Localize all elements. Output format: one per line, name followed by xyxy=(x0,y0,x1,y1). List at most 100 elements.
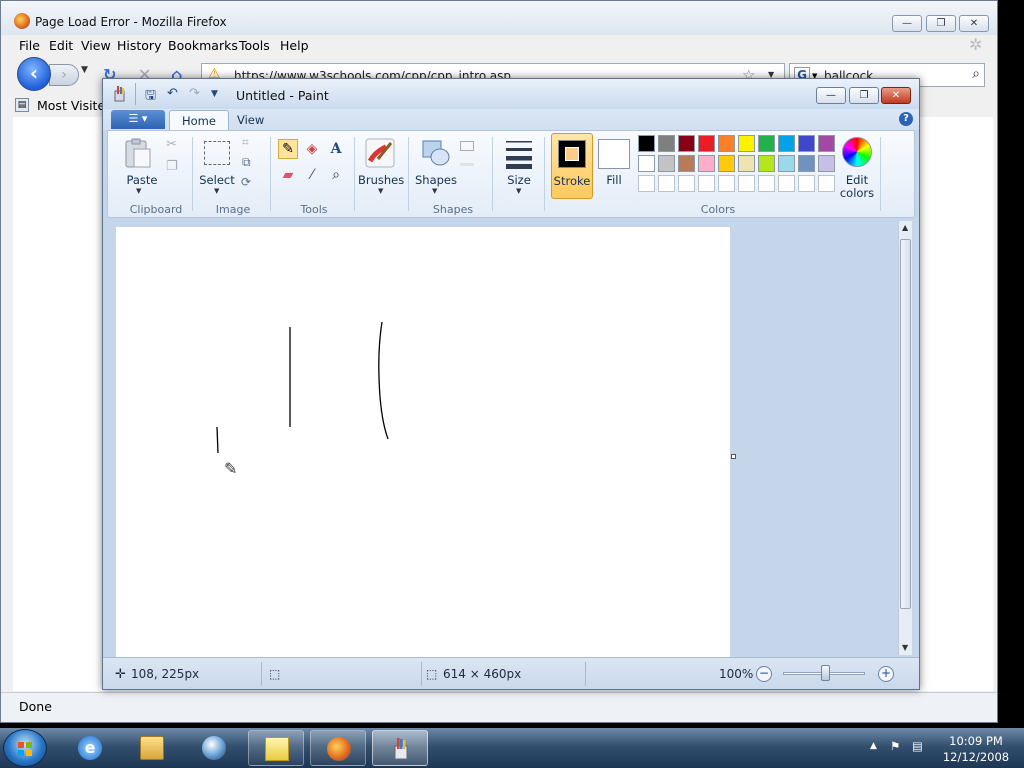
paste-dropdown-icon[interactable]: ▼ xyxy=(136,187,141,195)
menu-view[interactable]: View xyxy=(81,38,111,53)
customize-quick-access-icon[interactable]: ▼ xyxy=(211,89,218,99)
menu-history[interactable]: History xyxy=(117,38,161,53)
edit-colors-button-line2[interactable]: colors xyxy=(836,186,878,200)
close-button[interactable]: ✕ xyxy=(959,15,989,32)
zoom-slider-thumb[interactable] xyxy=(821,665,830,681)
back-button[interactable]: ‹ xyxy=(17,57,51,91)
menu-bookmarks[interactable]: Bookmarks xyxy=(168,38,238,53)
menu-edit[interactable]: Edit xyxy=(49,38,73,53)
fill-tool-icon[interactable]: ◈ xyxy=(302,139,322,159)
size-icon[interactable] xyxy=(504,137,534,169)
size-button[interactable]: Size xyxy=(500,173,538,187)
paint-menu-button[interactable]: ☰ ▾ xyxy=(111,110,165,129)
drawing-canvas[interactable]: ✎ xyxy=(116,227,730,657)
size-dropdown-icon[interactable]: ▼ xyxy=(516,187,521,195)
vertical-scrollbar[interactable]: ▲ ▼ xyxy=(898,221,912,655)
taskbar-paint[interactable] xyxy=(372,730,428,766)
shapes-icon[interactable] xyxy=(420,137,452,169)
taskbar-explorer[interactable] xyxy=(124,730,180,766)
custom-color-slot[interactable] xyxy=(698,175,715,192)
palette-swatch[interactable] xyxy=(818,135,835,152)
menu-tools[interactable]: Tools xyxy=(239,38,270,53)
paint-minimize-button[interactable]: — xyxy=(816,87,846,104)
palette-swatch[interactable] xyxy=(758,135,775,152)
custom-color-slot[interactable] xyxy=(718,175,735,192)
start-button[interactable] xyxy=(3,729,47,767)
custom-color-slot[interactable] xyxy=(658,175,675,192)
zoom-in-icon[interactable]: + xyxy=(878,666,894,682)
fill-button[interactable]: Fill xyxy=(596,173,632,187)
resize-icon[interactable]: ⧉ xyxy=(242,155,251,170)
taskbar-internet-explorer[interactable]: e xyxy=(62,730,118,766)
paste-button[interactable]: Paste xyxy=(122,173,162,187)
palette-swatch[interactable] xyxy=(678,155,695,172)
action-center-icon[interactable]: ⚑ xyxy=(890,739,900,753)
paint-close-button[interactable]: ✕ xyxy=(881,87,911,104)
palette-swatch[interactable] xyxy=(698,135,715,152)
tab-home[interactable]: Home xyxy=(169,110,229,130)
palette-swatch[interactable] xyxy=(658,155,675,172)
palette-swatch[interactable] xyxy=(798,155,815,172)
scroll-down-icon[interactable]: ▼ xyxy=(902,643,908,652)
outline-icon[interactable] xyxy=(460,141,474,151)
custom-color-slot[interactable] xyxy=(638,175,655,192)
eraser-tool-icon[interactable]: ▰ xyxy=(278,165,298,185)
cut-icon[interactable]: ✂ xyxy=(166,137,177,152)
tab-view[interactable]: View xyxy=(225,110,276,130)
palette-swatch[interactable] xyxy=(718,155,735,172)
copy-icon[interactable]: ❐ xyxy=(166,159,178,174)
edit-colors-icon[interactable] xyxy=(842,137,872,167)
text-tool-icon[interactable]: A xyxy=(326,139,346,159)
save-icon[interactable]: 🖫 xyxy=(145,86,156,108)
undo-icon[interactable]: ↶ xyxy=(167,86,178,101)
palette-swatch[interactable] xyxy=(758,155,775,172)
select-button[interactable]: Select xyxy=(196,173,238,187)
maximize-button[interactable]: ❐ xyxy=(926,15,956,32)
minimize-button[interactable]: — xyxy=(892,15,922,32)
pencil-tool-icon[interactable]: ✎ xyxy=(278,139,298,159)
palette-swatch[interactable] xyxy=(738,155,755,172)
select-dropdown-icon[interactable]: ▼ xyxy=(214,187,219,195)
menu-help[interactable]: Help xyxy=(280,38,309,53)
palette-swatch[interactable] xyxy=(798,135,815,152)
shapes-dropdown-icon[interactable]: ▼ xyxy=(432,187,437,195)
palette-swatch[interactable] xyxy=(738,135,755,152)
palette-swatch[interactable] xyxy=(778,155,795,172)
scroll-up-icon[interactable]: ▲ xyxy=(902,223,908,232)
palette-swatch[interactable] xyxy=(678,135,695,152)
network-icon[interactable]: ▤ xyxy=(912,739,923,753)
taskbar-firefox[interactable] xyxy=(310,730,366,766)
redo-icon[interactable]: ↷ xyxy=(189,86,200,101)
fill-color-swatch[interactable] xyxy=(598,139,630,169)
history-dropdown-icon[interactable]: ▼ xyxy=(81,65,88,75)
search-icon[interactable]: ⌕ xyxy=(972,66,980,82)
brushes-button[interactable]: Brushes xyxy=(358,173,404,187)
taskbar-media-player[interactable] xyxy=(186,730,242,766)
magnifier-icon[interactable]: ⌕ xyxy=(326,165,346,185)
palette-swatch[interactable] xyxy=(638,155,655,172)
rotate-icon[interactable]: ⟳ xyxy=(241,175,251,189)
color-picker-icon[interactable]: ⁄ xyxy=(302,165,322,185)
scrollbar-thumb[interactable] xyxy=(900,239,911,609)
canvas-resize-handle[interactable] xyxy=(731,454,736,459)
select-icon[interactable] xyxy=(204,141,230,165)
custom-color-slot[interactable] xyxy=(678,175,695,192)
shapes-button[interactable]: Shapes xyxy=(414,173,458,187)
palette-swatch[interactable] xyxy=(638,135,655,152)
brushes-icon[interactable] xyxy=(364,137,396,169)
brushes-dropdown-icon[interactable]: ▼ xyxy=(378,187,383,195)
custom-color-slot[interactable] xyxy=(758,175,775,192)
clock-time[interactable]: 10:09 PM xyxy=(936,734,1016,748)
palette-swatch[interactable] xyxy=(818,155,835,172)
forward-button[interactable]: › xyxy=(49,64,79,86)
zoom-out-icon[interactable]: − xyxy=(756,666,772,682)
edit-colors-button-line1[interactable]: Edit xyxy=(836,173,878,187)
taskbar-notes[interactable] xyxy=(248,730,304,766)
crop-icon[interactable]: ⌗ xyxy=(242,135,249,150)
palette-swatch[interactable] xyxy=(778,135,795,152)
fill-style-icon[interactable] xyxy=(460,163,474,166)
palette-swatch[interactable] xyxy=(718,135,735,152)
custom-color-slot[interactable] xyxy=(738,175,755,192)
palette-swatch[interactable] xyxy=(698,155,715,172)
paint-maximize-button[interactable]: ❐ xyxy=(849,87,879,104)
